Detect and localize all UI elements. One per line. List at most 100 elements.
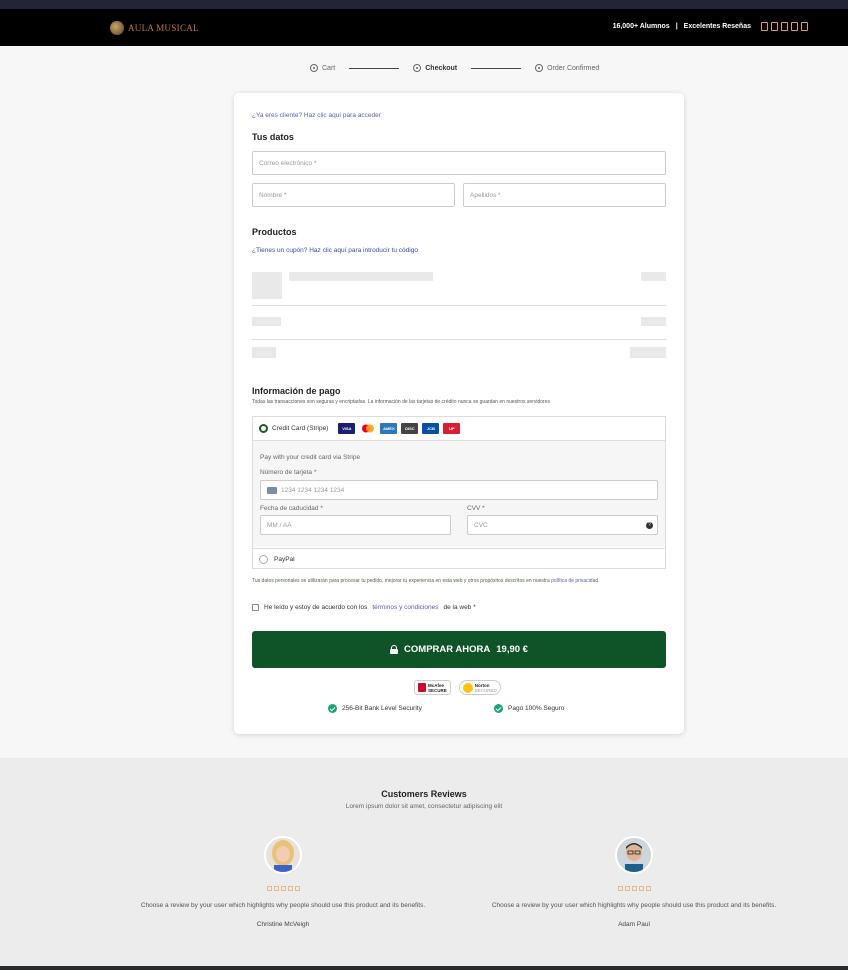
product-price-placeholder <box>641 272 666 281</box>
norton-subtext: SECURED <box>474 687 497 693</box>
expiry-input[interactable]: MM / AA <box>260 515 451 535</box>
star-icon <box>631 886 637 891</box>
card-number-label: Número de tarjeta * <box>260 469 317 476</box>
step-connector <box>349 67 400 69</box>
coupon-link[interactable]: ¿Tienes un cupón? Haz clic aquí para int… <box>252 247 418 254</box>
email-field[interactable]: Correo electrónico * <box>252 151 666 175</box>
card-brand-logos: VISA AMEX DISC JCB UP <box>338 422 461 434</box>
mcafee-badge: McAfee SECURE <box>414 680 451 695</box>
step-label: Cart <box>322 64 336 72</box>
card-number-input[interactable]: 1234 1234 1234 1234 <box>260 480 658 500</box>
buy-now-button[interactable]: COMPRAR AHORA 19,90 € <box>252 631 666 668</box>
terms-suffix: de la web <box>443 604 472 611</box>
visa-icon: VISA <box>338 422 356 434</box>
review-author: Adam Paul <box>618 921 650 928</box>
review-text: Choose a review by your user which highl… <box>140 902 426 909</box>
terms-link[interactable]: términos y condiciones <box>372 604 438 611</box>
mcafee-shield-icon <box>418 683 426 692</box>
payment-option-stripe[interactable]: Credit Card (Stripe) VISA AMEX DISC JCB … <box>253 417 665 439</box>
buy-label: COMPRAR AHORA <box>404 644 491 655</box>
logo-icon <box>110 21 124 35</box>
review-card: Choose a review by your user which highl… <box>133 836 433 928</box>
avatar <box>264 836 302 874</box>
card-icon <box>267 487 277 494</box>
terms-required-mark: * <box>473 604 476 611</box>
payment-subtitle: Todas las transacciones son seguras y en… <box>252 399 550 405</box>
step-cart[interactable]: Cart <box>310 64 335 72</box>
star-icon <box>781 22 788 31</box>
section-title-pago: Información de pago <box>252 386 341 396</box>
lock-icon <box>390 645 399 654</box>
credit-card-label: Credit Card (Stripe) <box>272 424 329 432</box>
star-icon <box>294 886 300 891</box>
step-label: Order Confirmed <box>547 64 600 72</box>
trust-badges: McAfee SECURE Norton SECURED <box>414 680 501 695</box>
first-name-field[interactable]: Nombre * <box>252 183 455 207</box>
checkout-card: ¿Ya eres cliente? Haz clic aquí para acc… <box>234 93 684 734</box>
star-icon <box>801 22 808 31</box>
star-icon <box>638 886 644 891</box>
review-stars <box>484 886 784 891</box>
subtotal-label-placeholder <box>252 317 281 326</box>
radio-selected-icon[interactable] <box>259 423 268 433</box>
security-item-2: Pago 100% Seguro <box>494 704 564 713</box>
login-link[interactable]: ¿Ya eres cliente? Haz clic aquí para acc… <box>252 112 381 119</box>
header-tagline: 16,000+ Alumnos | Excelentes Reseñas <box>613 22 808 31</box>
divider <box>252 339 666 340</box>
header-bar: AULA MUSICAL 16,000+ Alumnos | Excelente… <box>0 9 848 46</box>
cvv-input[interactable]: CVC ? <box>467 515 658 535</box>
star-icon <box>273 886 279 891</box>
product-thumbnail-placeholder <box>252 272 282 299</box>
payment-methods: Credit Card (Stripe) VISA AMEX DISC JCB … <box>252 416 666 569</box>
students-count: 16,000+ Alumnos <box>612 23 670 30</box>
stripe-form: Pay with your credit card via Stripe Núm… <box>253 440 665 547</box>
security-label-1: 256-Bit Bank Level Security <box>342 705 422 712</box>
review-card: Choose a review by your user which highl… <box>484 836 784 928</box>
star-icon <box>287 886 293 891</box>
card-number-placeholder: 1234 1234 1234 1234 <box>281 487 345 494</box>
logo[interactable]: AULA MUSICAL <box>110 21 199 35</box>
privacy-link[interactable]: política de privacidad <box>551 578 598 584</box>
privacy-notice: Tus datos personales se utilizarán para … <box>252 578 600 584</box>
mastercard-icon <box>359 422 377 434</box>
star-icon <box>645 886 651 891</box>
review-stars <box>133 886 433 891</box>
terms-checkbox[interactable] <box>252 604 259 611</box>
reviews-section: Customers Reviews Lorem ipsum dolor sit … <box>0 758 848 966</box>
cvv-label: CVV * <box>467 505 485 512</box>
step-dot-icon <box>535 64 544 72</box>
norton-badge: Norton SECURED <box>458 680 501 695</box>
section-title-productos: Productos <box>252 227 297 237</box>
discover-icon: DISC <box>401 422 419 434</box>
security-item-1: 256-Bit Bank Level Security <box>328 704 422 713</box>
step-order-confirmed: Order Confirmed <box>535 64 599 72</box>
step-connector <box>471 67 522 69</box>
terms-row: He leído y estoy de acuerdo con los térm… <box>252 604 476 611</box>
star-icon <box>771 22 778 31</box>
header-stars <box>761 22 808 31</box>
avatar <box>615 836 653 874</box>
reviews-tagline: Excelentes Reseñas <box>683 23 751 30</box>
tagline-separator: | <box>675 23 678 30</box>
step-dot-icon <box>310 64 318 72</box>
jcb-icon: JCB <box>422 422 440 434</box>
paypal-label: PayPal <box>274 555 295 563</box>
security-label-2: Pago 100% Seguro <box>508 705 565 712</box>
help-icon[interactable]: ? <box>646 522 653 529</box>
total-value-placeholder <box>630 347 666 358</box>
last-name-field[interactable]: Apellidos * <box>463 183 666 207</box>
payment-option-paypal[interactable]: PayPal <box>253 548 665 569</box>
step-label: Checkout <box>425 64 458 72</box>
stripe-description: Pay with your credit card via Stripe <box>260 454 361 461</box>
reviews-subtitle: Lorem ipsum dolor sit amet, consectetur … <box>345 803 503 810</box>
logo-text: AULA MUSICAL <box>128 23 199 33</box>
terms-prefix: He leído y estoy de acuerdo con los <box>264 604 368 611</box>
cvv-placeholder: CVC <box>474 522 488 529</box>
check-icon <box>328 704 337 713</box>
radio-unselected-icon[interactable] <box>259 554 268 564</box>
step-checkout: Checkout <box>413 64 457 72</box>
review-text: Choose a review by your user which highl… <box>491 902 777 909</box>
review-author: Christine McVeigh <box>256 921 310 928</box>
subtotal-value-placeholder <box>641 317 666 326</box>
privacy-text: Tus datos personales se utilizarán para … <box>252 578 550 584</box>
